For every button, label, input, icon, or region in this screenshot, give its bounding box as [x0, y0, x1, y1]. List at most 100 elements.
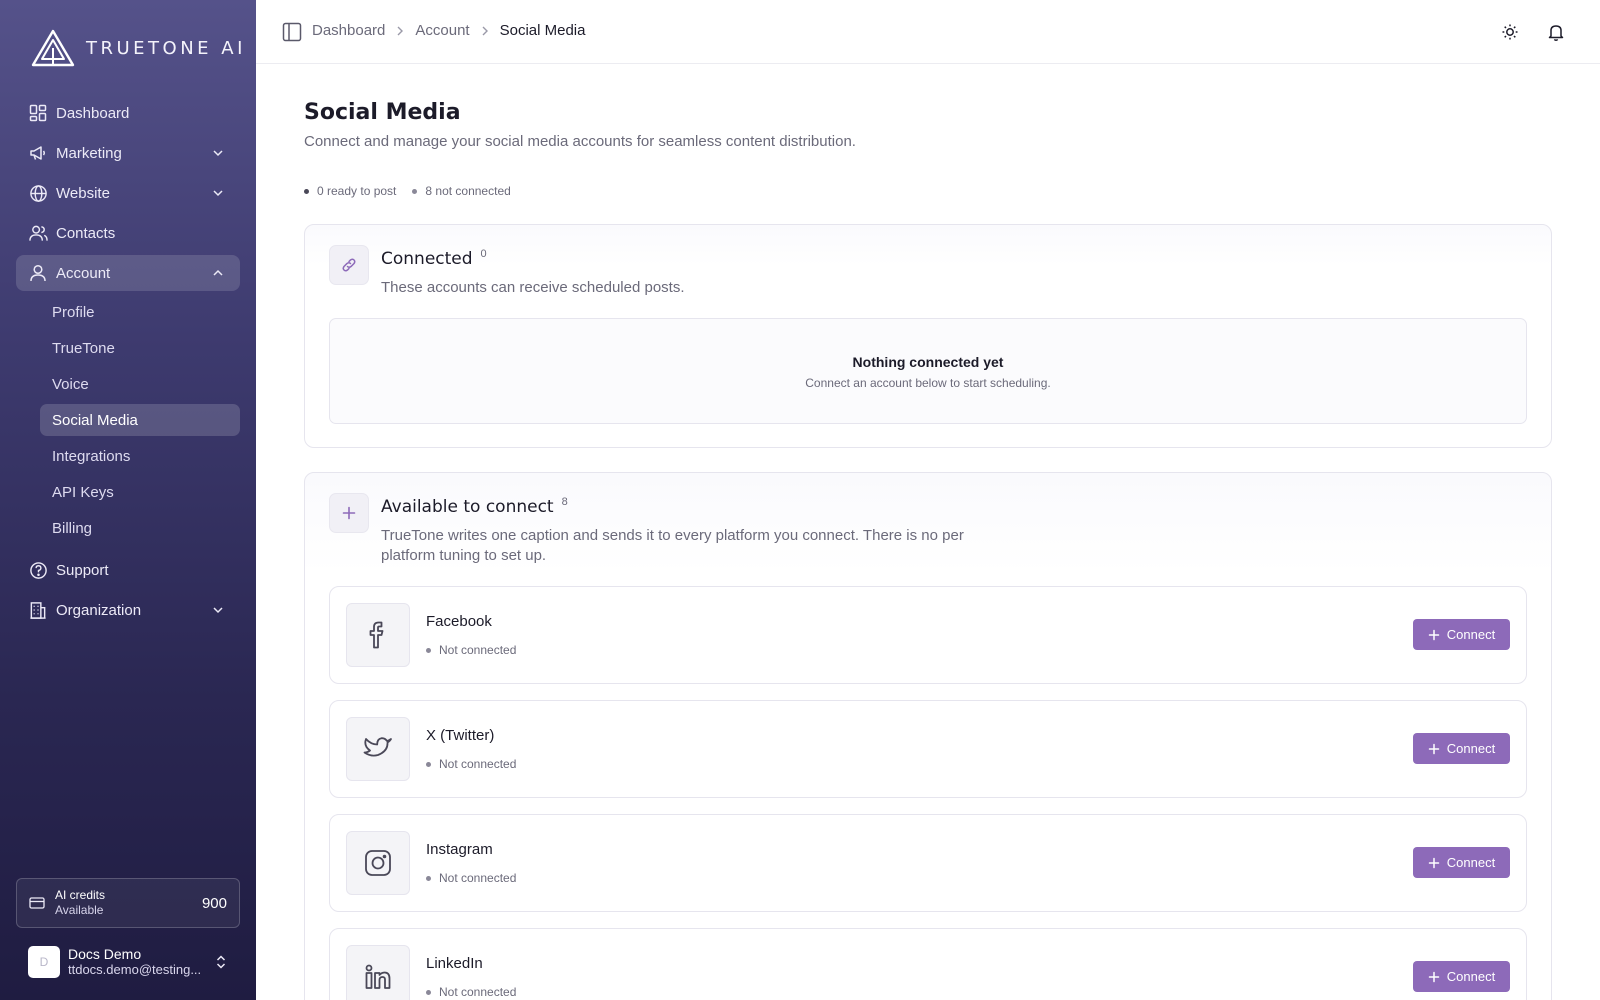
instagram-icon — [346, 831, 410, 895]
available-description: TrueTone writes one caption and sends it… — [381, 527, 964, 564]
platform-name: Facebook — [426, 613, 492, 630]
connect-instagram-button[interactable]: Connect — [1413, 847, 1510, 878]
brand-name: TRUETONE AI — [86, 37, 246, 59]
globe-icon — [28, 183, 48, 203]
sun-icon[interactable] — [1500, 22, 1520, 42]
user-menu[interactable]: D Docs Demo ttdocs.demo@testing... — [28, 944, 240, 980]
available-title: Available to connect — [381, 497, 554, 517]
platform-row-linkedin: LinkedIn Not connected Connect — [329, 928, 1527, 1000]
nav-label: Dashboard — [56, 104, 130, 122]
sub-item-integrations[interactable]: Integrations — [40, 440, 240, 472]
breadcrumb: Dashboard Account Social Media — [312, 22, 585, 39]
chevron-right-icon — [480, 25, 490, 37]
status-summary: 0 ready to post 8 not connected — [304, 184, 511, 198]
nav-support[interactable]: Support — [16, 552, 240, 588]
sub-item-label: Billing — [52, 519, 93, 537]
platform-row-facebook: Facebook Not connected Connect — [329, 586, 1527, 684]
stat-ready: 0 ready to post — [304, 184, 396, 198]
stat-not-connected: 8 not connected — [412, 184, 511, 198]
sub-item-api-keys[interactable]: API Keys — [40, 476, 240, 508]
sub-item-label: TrueTone — [52, 339, 115, 357]
ai-credits-card[interactable]: AI credits Available 900 — [16, 878, 240, 928]
credits-value: 900 — [201, 894, 227, 912]
sub-item-profile[interactable]: Profile — [40, 296, 240, 328]
plus-icon — [1428, 857, 1440, 868]
breadcrumb-current: Social Media — [499, 22, 586, 39]
breadcrumb-dashboard[interactable]: Dashboard — [312, 22, 385, 39]
user-name: Docs Demo — [68, 946, 142, 962]
nav-website[interactable]: Website — [16, 175, 240, 211]
breadcrumb-account[interactable]: Account — [415, 22, 469, 39]
connect-twitter-button[interactable]: Connect — [1413, 733, 1510, 764]
nav-label: Contacts — [56, 224, 116, 242]
twitter-bird-icon — [346, 717, 410, 781]
platform-status: Not connected — [426, 985, 516, 999]
platform-status-label: Not connected — [439, 871, 517, 885]
user-email: ttdocs.demo@testing... — [68, 962, 202, 977]
brand-logo[interactable]: TRUETONE AI — [30, 28, 246, 68]
page-description: Connect and manage your social media acc… — [304, 133, 856, 150]
chevron-right-icon — [395, 25, 405, 37]
user-icon — [28, 263, 48, 283]
link-icon — [329, 245, 369, 285]
plus-icon — [1428, 971, 1440, 982]
topbar: Dashboard Account Social Media — [256, 0, 1600, 64]
sub-item-label: Voice — [52, 375, 89, 393]
plus-icon — [329, 493, 369, 533]
connect-facebook-button[interactable]: Connect — [1413, 619, 1510, 650]
connect-label: Connect — [1446, 855, 1496, 870]
nav-label: Website — [56, 184, 110, 202]
stat-ready-label: 0 ready to post — [317, 184, 397, 198]
nav-marketing[interactable]: Marketing — [16, 135, 240, 171]
available-count: 8 — [561, 496, 568, 508]
sub-item-label: Profile — [52, 303, 95, 321]
status-dot — [304, 188, 309, 194]
sub-item-billing[interactable]: Billing — [40, 512, 240, 544]
facebook-icon — [346, 603, 410, 667]
bell-icon[interactable] — [1546, 22, 1566, 42]
platform-name: Instagram — [426, 841, 493, 858]
empty-subtitle: Connect an account below to start schedu… — [805, 376, 1051, 390]
users-icon — [28, 223, 48, 243]
connected-count: 0 — [480, 248, 487, 260]
status-dot — [426, 761, 431, 767]
stat-not-connected-label: 8 not connected — [425, 184, 511, 198]
sub-item-label: API Keys — [52, 483, 114, 501]
platform-row-twitter: X (Twitter) Not connected Connect — [329, 700, 1527, 798]
platform-row-instagram: Instagram Not connected Connect — [329, 814, 1527, 912]
sub-item-voice[interactable]: Voice — [40, 368, 240, 400]
nav-organization[interactable]: Organization — [16, 592, 240, 628]
connected-heading: Connected 0 — [381, 248, 487, 269]
sub-item-label: Integrations — [52, 447, 131, 465]
connect-label: Connect — [1446, 741, 1496, 756]
platform-status-label: Not connected — [439, 985, 517, 999]
status-dot — [426, 989, 431, 995]
chevron-up-icon — [213, 269, 223, 276]
sidebar-toggle-icon[interactable] — [282, 22, 302, 42]
connect-label: Connect — [1446, 969, 1496, 984]
connected-empty-state: Nothing connected yet Connect an account… — [329, 318, 1527, 424]
platform-name: LinkedIn — [426, 955, 483, 972]
credits-title: AI credits — [55, 888, 106, 902]
chevron-down-icon — [213, 190, 223, 197]
chevron-down-icon — [213, 607, 223, 614]
platform-status: Not connected — [426, 643, 516, 657]
sub-item-social-media[interactable]: Social Media — [40, 404, 240, 436]
available-heading: Available to connect 8 — [381, 496, 568, 517]
nav-contacts[interactable]: Contacts — [16, 215, 240, 251]
connect-linkedin-button[interactable]: Connect — [1413, 961, 1510, 992]
nav-label: Marketing — [56, 144, 122, 162]
sidebar: TRUETONE AI Dashboard Marketing Website — [0, 0, 256, 1000]
nav-dashboard[interactable]: Dashboard — [16, 95, 240, 131]
linkedin-icon — [346, 945, 410, 1000]
connected-title: Connected — [381, 249, 473, 269]
available-section: Available to connect 8 TrueTone writes o… — [304, 472, 1552, 1000]
help-circle-icon — [28, 560, 48, 580]
connect-label: Connect — [1446, 627, 1496, 642]
connected-section: Connected 0 These accounts can receive s… — [304, 224, 1552, 448]
sub-item-truetone[interactable]: TrueTone — [40, 332, 240, 364]
platform-name: X (Twitter) — [426, 727, 495, 744]
nav-account[interactable]: Account — [16, 255, 240, 291]
status-dot — [412, 188, 418, 194]
status-dot — [426, 647, 431, 653]
